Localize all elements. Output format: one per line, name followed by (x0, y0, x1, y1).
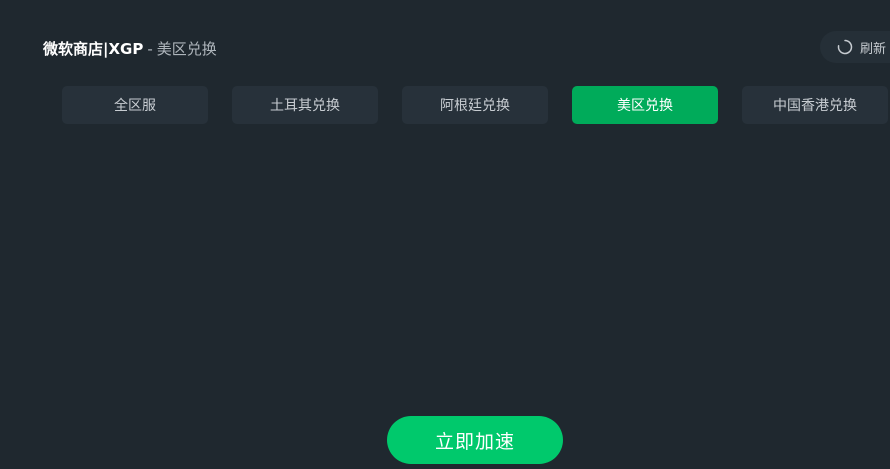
store-name: 微软商店|XGP (43, 40, 144, 58)
accelerate-label: 立即加速 (434, 430, 515, 453)
accelerate-button[interactable]: 立即加速 (387, 416, 563, 464)
tab-us[interactable]: 美区兑换 (572, 86, 718, 124)
tab-label: 全区服 (114, 98, 156, 114)
page-title: 微软商店|XGP - 美区兑换 (43, 38, 217, 60)
tab-all-regions[interactable]: 全区服 (62, 86, 208, 124)
region-name: 美区兑换 (156, 40, 217, 58)
tab-hong-kong[interactable]: 中国香港兑换 (742, 86, 888, 124)
title-separator: - (147, 40, 153, 58)
refresh-label: 刷新 (860, 41, 887, 57)
tab-label: 中国香港兑换 (773, 98, 857, 114)
tab-label: 美区兑换 (617, 98, 673, 114)
tab-label: 阿根廷兑换 (440, 98, 510, 114)
refresh-button[interactable]: 刷新 (820, 31, 890, 63)
refresh-icon (837, 39, 853, 55)
tab-argentina[interactable]: 阿根廷兑换 (402, 86, 548, 124)
tab-turkey[interactable]: 土耳其兑换 (232, 86, 378, 124)
tab-label: 土耳其兑换 (270, 98, 340, 114)
